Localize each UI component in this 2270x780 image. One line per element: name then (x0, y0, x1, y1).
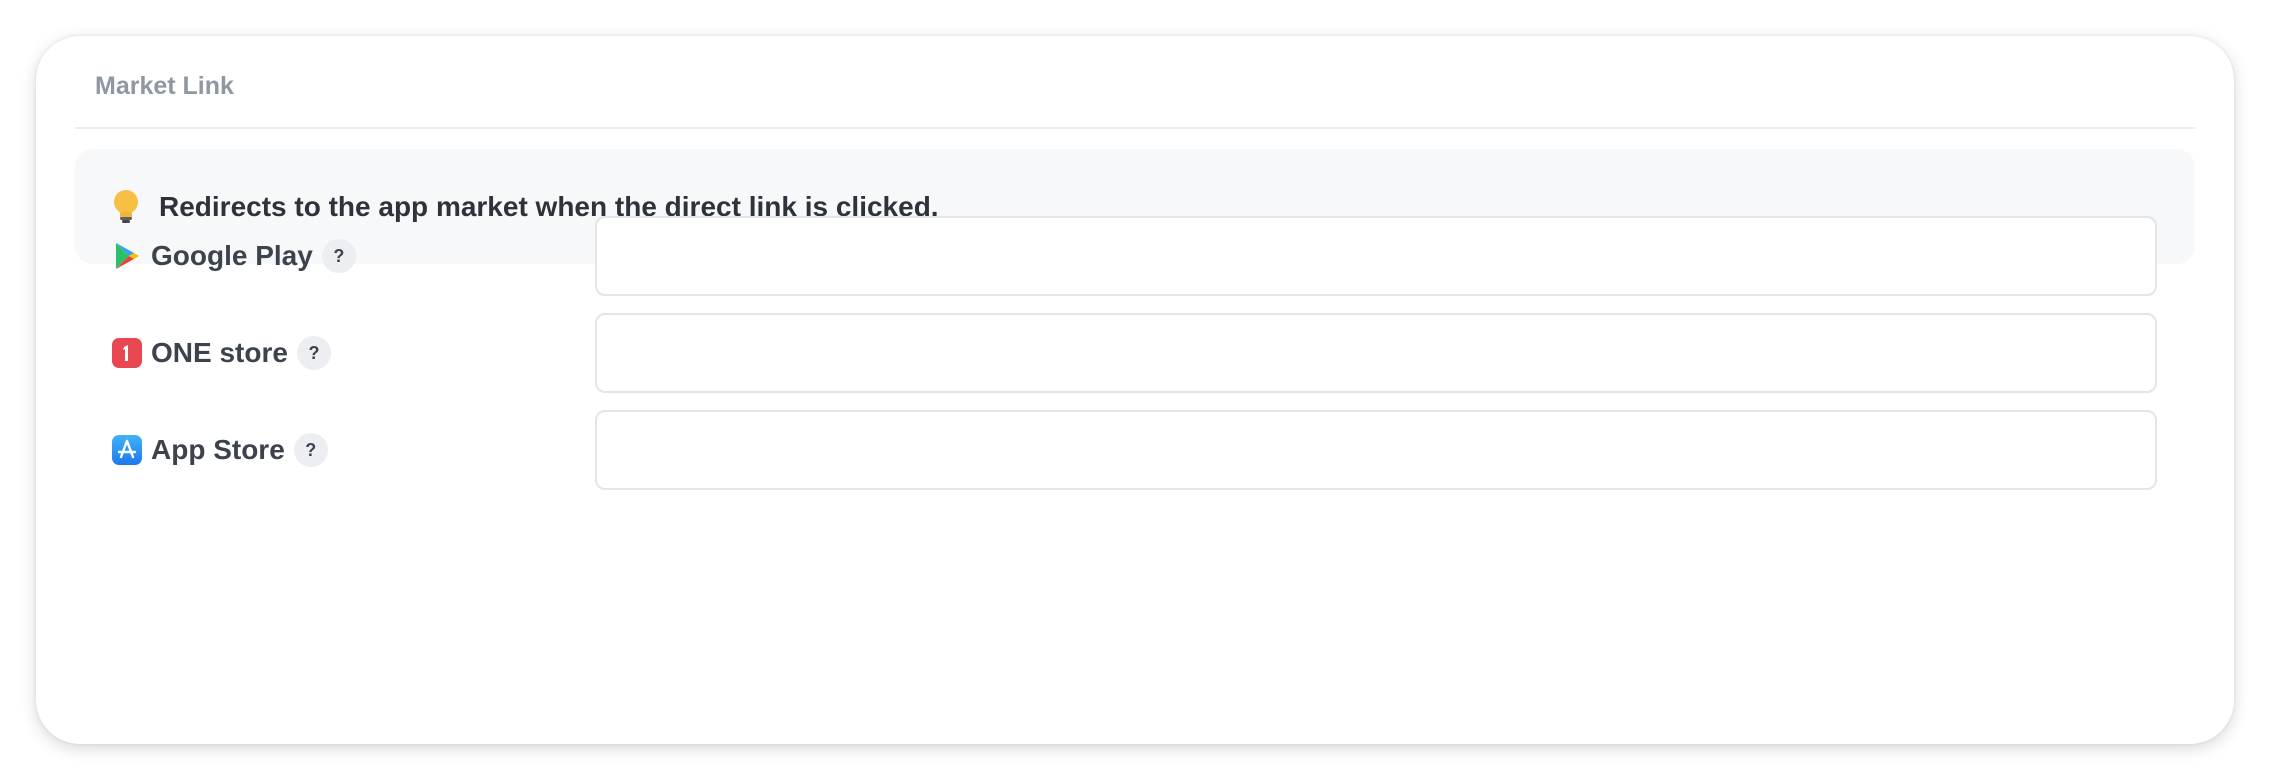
app-store-label: App Store (151, 434, 285, 465)
one-store-help-button[interactable]: ? (296, 336, 331, 370)
google-play-label: Google Play (151, 240, 313, 271)
one-store-link-input[interactable] (595, 313, 2157, 393)
one-store-label-group: ONE store ? (111, 313, 331, 393)
google-play-link-input[interactable] (595, 216, 2157, 296)
one-store-icon (112, 338, 142, 368)
one-store-label: ONE store (151, 337, 288, 368)
app-store-label-group: App Store ? (111, 410, 328, 490)
google-play-help-button[interactable]: ? (321, 239, 356, 273)
google-play-label-group: Google Play ? (111, 216, 356, 296)
one-store-row: ONE store ? (36, 313, 2234, 393)
app-store-help-button[interactable]: ? (293, 433, 328, 467)
google-play-icon (116, 243, 139, 269)
market-link-card: Market Link Redirects to the app market … (36, 36, 2234, 744)
section-divider (75, 127, 2195, 129)
app-store-row: App Store ? (36, 410, 2234, 490)
section-title: Market Link (95, 72, 234, 100)
app-store-icon (112, 435, 142, 465)
app-store-link-input[interactable] (595, 410, 2157, 490)
google-play-row: Google Play ? (36, 216, 2234, 296)
